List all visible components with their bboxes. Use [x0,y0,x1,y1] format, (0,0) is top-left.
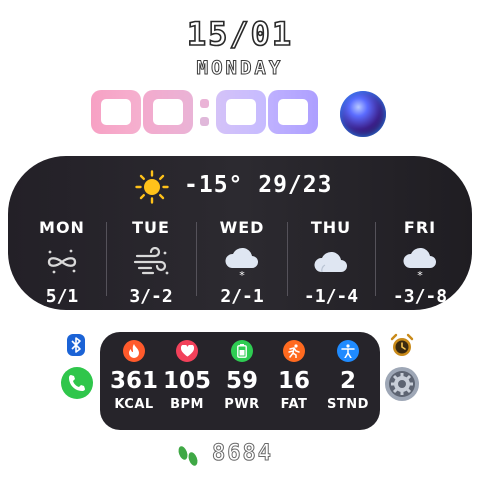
forecast-divider [287,222,288,296]
stat-pwr[interactable]: 59 PWR [218,340,266,412]
date-label: 15/01 [186,14,294,54]
stat-label: STND [327,397,369,412]
running-icon [283,340,305,362]
stat-value: 16 [277,368,310,394]
forecast-day-name: WED [219,218,265,237]
clock-hour-digit-2 [143,90,193,134]
alarm-icon[interactable] [389,333,415,359]
forecast-temp: 5/1 [45,286,79,307]
clock-minute-digit-2 [268,90,318,134]
forecast-temp: 2/-1 [220,286,264,307]
stat-label: KCAL [114,397,154,412]
accessibility-icon [337,340,359,362]
forecast-divider [375,222,376,296]
stat-stnd[interactable]: 2 STND [324,340,372,412]
forecast-temp: 3/-2 [129,286,173,307]
clock-minute-digit-1 [216,90,266,134]
forecast-day-tue: TUE 3/-2 [111,218,191,307]
forecast-day-mon: MON 5/1 [22,218,102,307]
stat-value: 105 [163,368,212,394]
current-weather-text: -15° 29/23 [184,172,333,198]
forecast-day-name: TUE [132,218,170,237]
forecast-divider [196,222,197,296]
stat-kcal[interactable]: 361 KCAL [110,340,158,412]
forecast-temp: -1/-4 [303,286,359,307]
stat-label: PWR [224,397,260,412]
forecast-divider [106,222,107,296]
forecast-temp: -3/-8 [392,286,448,307]
clock-hour-digit-1 [91,90,141,134]
svg-text:*: * [239,269,245,281]
forecast-day-wed: WED * 2/-1 [202,218,282,307]
snow-cloud-icon: * [403,247,436,281]
settings-icon[interactable] [384,366,420,402]
day-label: MONDAY [196,57,284,80]
stat-value: 59 [225,368,258,394]
clock-colon-bottom [200,117,209,126]
stat-fat[interactable]: 16 FAT [270,340,318,412]
clock-colon-top [200,99,209,108]
footsteps-icon [178,446,198,466]
wind-swirl-icon [47,249,77,274]
forecast-day-name: THU [310,218,352,237]
stat-label: FAT [280,397,308,412]
assistant-orb-icon[interactable] [340,91,386,137]
stat-bpm[interactable]: 105 BPM [163,340,211,412]
forecast-day-thu: THU -1/-4 [291,218,371,307]
battery-icon [231,340,253,362]
steps-count: 8684 [212,441,273,467]
svg-text:*: * [417,269,423,281]
phone-icon[interactable] [60,366,94,400]
forecast-day-fri: FRI * -3/-8 [380,218,460,307]
sun-icon [135,170,169,204]
forecast-day-name: FRI [403,218,437,237]
forecast-day-name: MON [39,218,85,237]
snow-cloud-icon: * [225,247,258,281]
stat-value: 361 [110,368,159,394]
stat-label: BPM [170,397,204,412]
windy-icon [133,247,169,275]
stat-value: 2 [339,368,356,394]
flame-icon [123,340,145,362]
bluetooth-icon[interactable] [67,334,85,356]
cloud-icon [314,251,347,273]
heart-icon [176,340,198,362]
